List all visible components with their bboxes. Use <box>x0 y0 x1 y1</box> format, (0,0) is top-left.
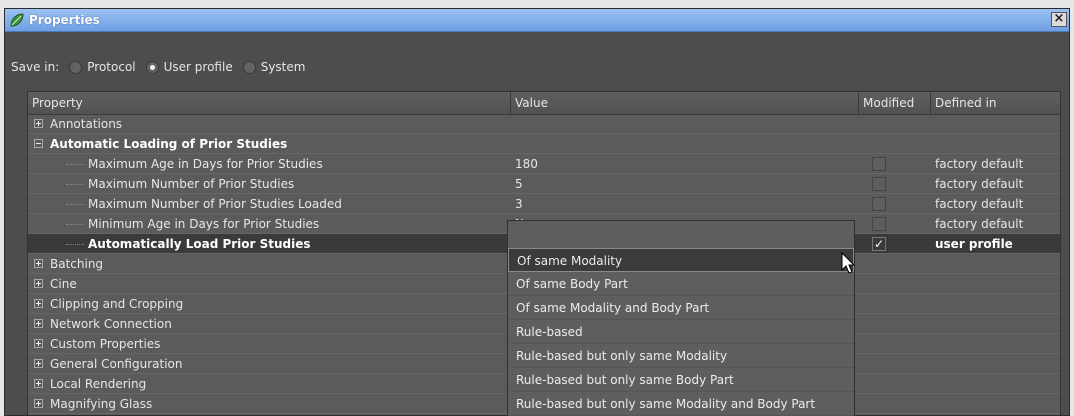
dropdown-option[interactable]: Rule-based but only same Body Part <box>508 368 854 392</box>
expand-icon[interactable] <box>34 339 43 348</box>
expand-icon[interactable] <box>34 119 43 128</box>
expand-icon[interactable] <box>34 379 43 388</box>
group-label: Automatic Loading of Prior Studies <box>50 137 288 151</box>
property-label: Minimum Age in Days for Prior Studies <box>88 217 320 231</box>
radio-user-profile[interactable] <box>145 60 159 74</box>
property-row[interactable]: Maximum Age in Days for Prior Studies 180… <box>28 154 1060 174</box>
property-cell: Maximum Number of Prior Studies Loaded <box>28 194 511 214</box>
close-button[interactable]: × <box>1051 12 1067 27</box>
defined-in-cell: factory default <box>935 177 1024 191</box>
column-header-property[interactable]: Property <box>28 92 511 114</box>
property-cell: Network Connection <box>28 314 511 334</box>
property-label: Maximum Number of Prior Studies Loaded <box>88 197 342 211</box>
property-label: Maximum Age in Days for Prior Studies <box>88 157 323 171</box>
radio-user-profile-label[interactable]: User profile <box>164 60 233 74</box>
dropdown-option[interactable]: Rule-based but only same Modality and Bo… <box>508 392 854 416</box>
tree-connector <box>66 244 84 245</box>
group-label: Batching <box>50 257 104 271</box>
group-label: Annotations <box>50 117 123 131</box>
value-cell[interactable]: 5 <box>515 174 855 194</box>
tree-connector <box>66 224 84 225</box>
defined-in-cell: factory default <box>935 197 1024 211</box>
column-header-value[interactable]: Value <box>511 92 859 114</box>
save-in-group: Save in: Protocol User profile System <box>11 58 305 76</box>
dropdown-option[interactable]: Of same Modality and Body Part <box>508 296 854 320</box>
value-cell[interactable]: 180 <box>515 154 855 174</box>
group-label: Cine <box>50 277 77 291</box>
dropdown-option[interactable]: Rule-based but only same Modality <box>508 344 854 368</box>
property-group-row[interactable]: Annotations <box>28 114 1060 134</box>
property-cell: Cine <box>28 274 511 294</box>
group-label: Local Rendering <box>50 377 147 391</box>
value-dropdown-list[interactable]: Of same Modality Of same Body Part Of same… <box>507 220 855 416</box>
group-label: Network Connection <box>50 317 172 331</box>
grid-header: Property Value Modified Defined in <box>28 92 1060 115</box>
modified-checkbox[interactable] <box>872 197 886 211</box>
defined-in-cell: factory default <box>935 157 1024 171</box>
expand-icon[interactable] <box>34 319 43 328</box>
property-cell: Automatically Load Prior Studies <box>28 234 511 254</box>
property-cell: Automatic Loading of Prior Studies <box>28 134 511 154</box>
radio-protocol[interactable] <box>69 60 83 74</box>
modified-checkbox[interactable] <box>872 234 886 254</box>
property-group-row[interactable]: Automatic Loading of Prior Studies <box>28 134 1060 154</box>
modified-checkbox[interactable] <box>872 217 886 231</box>
property-label: Maximum Number of Prior Studies <box>88 177 295 191</box>
defined-in-cell: factory default <box>935 217 1024 231</box>
property-row[interactable]: Maximum Number of Prior Studies 5 factory … <box>28 174 1060 194</box>
property-cell: Minimum Age in Days for Prior Studies <box>28 214 511 234</box>
property-cell: Magnifying Glass <box>28 394 511 414</box>
expand-icon[interactable] <box>34 299 43 308</box>
dropdown-option[interactable]: Of same Modality <box>508 248 854 272</box>
expand-icon[interactable] <box>34 259 43 268</box>
title-bar[interactable]: Properties × <box>5 9 1069 32</box>
modified-checkbox[interactable] <box>872 177 886 191</box>
radio-protocol-label[interactable]: Protocol <box>87 60 135 74</box>
modified-checkbox[interactable] <box>872 157 886 171</box>
value-cell[interactable]: 3 <box>515 194 855 214</box>
expand-icon[interactable] <box>34 279 43 288</box>
group-label: Clipping and Cropping <box>50 297 184 311</box>
property-cell: Local Rendering <box>28 374 511 394</box>
property-row[interactable]: Maximum Number of Prior Studies Loaded 3 f… <box>28 194 1060 214</box>
dropdown-option[interactable]: Rule-based <box>508 320 854 344</box>
property-cell: Maximum Age in Days for Prior Studies <box>28 154 511 174</box>
dropdown-option[interactable]: Of same Body Part <box>508 272 854 296</box>
column-header-modified[interactable]: Modified <box>859 92 931 114</box>
collapse-icon[interactable] <box>34 139 43 148</box>
defined-in-cell: user profile <box>935 237 1013 251</box>
tree-connector <box>66 204 84 205</box>
property-cell: Annotations <box>28 114 511 134</box>
property-cell: Clipping and Cropping <box>28 294 511 314</box>
property-cell: General Configuration <box>28 354 511 374</box>
property-cell: Custom Properties <box>28 334 511 354</box>
column-header-defined-in[interactable]: Defined in <box>931 92 1060 114</box>
tree-connector <box>66 164 84 165</box>
app-leaf-icon <box>10 13 24 27</box>
property-cell: Maximum Number of Prior Studies <box>28 174 511 194</box>
expand-icon[interactable] <box>34 359 43 368</box>
property-cell: Batching <box>28 254 511 274</box>
radio-system[interactable] <box>242 60 256 74</box>
group-label: General Configuration <box>50 357 183 371</box>
group-label: Custom Properties <box>50 337 161 351</box>
tree-connector <box>66 184 84 185</box>
group-label: Magnifying Glass <box>50 397 153 411</box>
save-in-label: Save in: <box>11 60 60 74</box>
expand-icon[interactable] <box>34 399 43 408</box>
mouse-pointer-icon <box>841 252 856 274</box>
window-title: Properties <box>29 13 100 27</box>
property-label: Automatically Load Prior Studies <box>88 237 311 251</box>
radio-system-label[interactable]: System <box>261 60 306 74</box>
